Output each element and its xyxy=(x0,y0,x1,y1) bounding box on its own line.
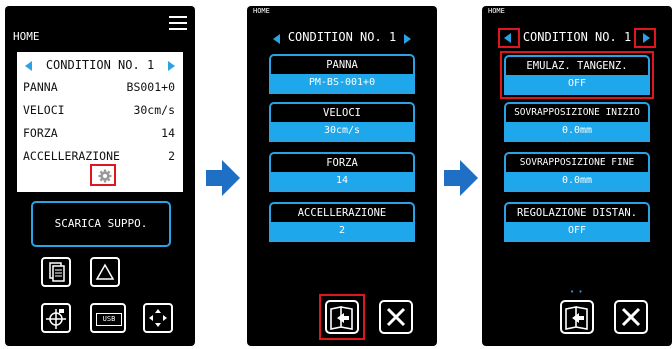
gear-button[interactable] xyxy=(90,164,116,186)
triangle-icon xyxy=(95,263,115,280)
field-label: EMULAZ. TANGENZ. xyxy=(504,55,650,75)
field-value: 14 xyxy=(269,172,415,192)
book-return-icon xyxy=(330,306,353,330)
row-key: FORZA xyxy=(23,126,58,140)
row-key: ACCELLERAZIONE xyxy=(23,149,120,163)
usb-icon: USB xyxy=(96,313,122,326)
field-forza[interactable]: FORZA 14 xyxy=(269,152,415,192)
page-indicator: • • xyxy=(570,288,583,296)
field-accellerazione[interactable]: ACCELLERAZIONE 2 xyxy=(269,202,415,242)
field-distance-adjust[interactable]: REGOLAZIONE DISTAN. OFF xyxy=(504,202,650,242)
field-value: 2 xyxy=(269,222,415,242)
screen-condition-advanced: HOME CONDITION NO. 1 EMULAZ. TANGENZ. OF… xyxy=(482,6,672,346)
field-label: ACCELLERAZIONE xyxy=(269,202,415,222)
home-label: HOME xyxy=(488,7,505,15)
field-panna[interactable]: PANNA PM-BS-001+0 xyxy=(269,54,415,94)
field-value: 0.0mm xyxy=(504,172,650,192)
row-key: VELOCI xyxy=(23,103,65,117)
move-arrows-icon xyxy=(149,309,167,327)
close-icon xyxy=(386,307,406,327)
close-button[interactable] xyxy=(614,300,648,334)
field-veloci[interactable]: VELOCI 30cm/s xyxy=(269,102,415,142)
arrow-right-icon[interactable] xyxy=(643,33,650,43)
triangle-button[interactable] xyxy=(90,257,120,287)
flow-arrow-icon xyxy=(444,160,478,196)
crosshair-button[interactable] xyxy=(41,303,71,333)
field-value: OFF xyxy=(504,222,650,242)
row-value: 30cm/s xyxy=(133,103,175,117)
menu-icon[interactable] xyxy=(169,16,187,30)
field-value: 0.0mm xyxy=(504,122,650,142)
book-return-icon xyxy=(565,306,588,330)
field-overlap-start[interactable]: SOVRAPPOSIZIONE INIZIO 0.0mm xyxy=(504,102,650,142)
copy-icon xyxy=(49,262,65,282)
field-label: SOVRAPPOSIZIONE FINE xyxy=(504,152,650,172)
gear-icon xyxy=(98,169,112,183)
row-value: 14 xyxy=(161,126,175,140)
row-veloci: VELOCI 30cm/s xyxy=(23,103,175,119)
screen-home: HOME CONDITION NO. 1 PANNA BS001+0 VELOC… xyxy=(5,6,195,346)
row-panna: PANNA BS001+0 xyxy=(23,80,175,96)
condition-title: CONDITION NO. 1 xyxy=(45,58,155,72)
field-value: PM-BS-001+0 xyxy=(269,74,415,94)
crosshair-icon xyxy=(46,309,66,329)
condition-panel: CONDITION NO. 1 PANNA BS001+0 VELOCI 30c… xyxy=(17,52,183,192)
usb-button[interactable]: USB xyxy=(90,303,126,333)
move-button[interactable] xyxy=(143,303,173,333)
field-label: VELOCI xyxy=(269,102,415,122)
field-label: PANNA xyxy=(269,54,415,74)
field-value: OFF xyxy=(504,75,650,95)
next-page-button[interactable] xyxy=(325,300,359,334)
field-overlap-end[interactable]: SOVRAPPOSIZIONE FINE 0.0mm xyxy=(504,152,650,192)
copy-button[interactable] xyxy=(41,257,71,287)
row-accellerazione: ACCELLERAZIONE 2 xyxy=(23,149,175,165)
home-label: HOME xyxy=(13,30,40,43)
usb-label: USB xyxy=(102,315,116,323)
row-value: 2 xyxy=(168,149,175,163)
field-value: 30cm/s xyxy=(269,122,415,142)
field-label: REGOLAZIONE DISTAN. xyxy=(504,202,650,222)
flow-arrow-icon xyxy=(206,160,240,196)
row-value: BS001+0 xyxy=(126,80,175,94)
field-label: FORZA xyxy=(269,152,415,172)
field-tangent-emulation[interactable]: EMULAZ. TANGENZ. OFF xyxy=(504,55,650,95)
page-button[interactable] xyxy=(560,300,594,334)
home-label: HOME xyxy=(253,7,270,15)
close-button[interactable] xyxy=(379,300,413,334)
close-icon xyxy=(621,307,641,327)
screen-condition-basic: HOME CONDITION NO. 1 PANNA PM-BS-001+0 V… xyxy=(247,6,437,346)
download-media-button[interactable]: SCARICA SUPPO. xyxy=(31,201,171,247)
row-key: PANNA xyxy=(23,80,58,94)
field-label: SOVRAPPOSIZIONE INIZIO xyxy=(504,102,650,122)
arrow-right-icon[interactable] xyxy=(168,61,175,71)
arrow-right-icon[interactable] xyxy=(404,34,411,44)
row-forza: FORZA 14 xyxy=(23,126,175,142)
